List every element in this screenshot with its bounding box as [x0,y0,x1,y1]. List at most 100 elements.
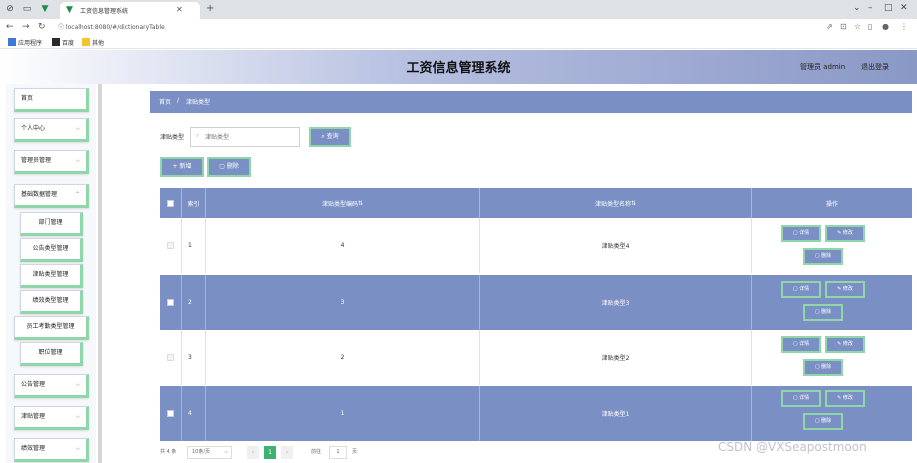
logout-link[interactable]: 退出登录 [861,62,889,72]
profile-icon[interactable]: ● [882,22,889,31]
edit-button[interactable]: ✎ 修改 [825,225,865,242]
prev-page-button[interactable]: ‹ [247,446,259,459]
chevron-down-icon: ⌵ [75,413,80,420]
row-checkbox[interactable] [167,354,174,361]
browser-tab[interactable]: ▼ 工资信息管理系统 ✕ [60,2,200,19]
column-header-name[interactable]: 津贴类型名称 ⇅ [480,188,752,218]
row-name: 津贴类型3 [480,275,752,330]
user-role: 管理员 admin [800,63,846,71]
reload-icon[interactable]: ↻ [38,22,46,32]
sidebar-item-admin[interactable]: 管理员管理 ⌵ [14,150,89,174]
maximize-icon[interactable]: □ [884,3,893,13]
favicon-icon: ▼ [41,4,49,14]
chevron-down-icon: ⌵ [75,445,80,452]
add-button[interactable]: + 新增 [160,157,204,177]
detail-button[interactable]: ▢ 详情 [781,336,821,353]
row-delete-button[interactable]: ▢ 删除 [803,248,843,265]
star-icon[interactable]: ☆ [854,22,861,31]
row-delete-button[interactable]: ▢ 删除 [803,413,843,430]
table-row: 2 3 津贴类型3 ▢ 详情 ✎ 修改 ▢ 删除 [160,275,912,330]
row-delete-button[interactable]: ▢ 删除 [803,304,843,321]
url-field[interactable]: ⓘ localhost:8080/#/dictionaryTable [58,21,818,34]
sidebar-item-performance[interactable]: 绩效管理 ⌵ [14,438,89,462]
sidebar-item-home[interactable]: 首页 [14,88,89,112]
bookmark-other[interactable]: 其他 [82,38,104,47]
extension-icon[interactable]: ⊡ [840,22,847,31]
sidebar-item-allowance-type[interactable]: 津贴类型管理 [20,264,83,288]
sidebar-item-notice[interactable]: 公告管理 ⌵ [14,374,89,398]
page-size-select[interactable]: 10条/页 ⌵ [187,446,232,459]
window-close-icon[interactable]: ✕ [900,3,908,13]
minimize-icon[interactable]: – [868,3,873,13]
tab-favicon-icon: ▼ [66,5,73,15]
detail-button[interactable]: ▢ 详情 [781,390,821,407]
goto-page-input[interactable]: 1 [329,446,347,459]
breadcrumb-separator: / [177,97,180,104]
sidebar-item-personal[interactable]: 个人中心 ⌵ [14,118,89,142]
next-page-button[interactable]: › [281,446,293,459]
row-code: 4 [206,218,480,273]
row-delete-button[interactable]: ▢ 删除 [803,359,843,376]
query-button[interactable]: ⌕ 查询 [309,127,351,147]
page-title: 工资信息管理系统 [406,61,511,76]
browser-menu-icon[interactable]: ⊘ [3,3,17,16]
row-code: 2 [206,330,480,385]
column-header-index: 索引 [182,188,206,218]
sidebar-item-notice-type[interactable]: 公告类型管理 [20,238,83,262]
chevron-up-icon: ⌃ [74,191,80,198]
more-icon[interactable]: ⋮ [900,22,908,31]
bookmark-apps[interactable]: 应用程序 [8,38,42,47]
chevron-down-icon: ⌵ [75,125,80,132]
sort-icon[interactable]: ⇅ [358,200,363,207]
bookmark-baidu[interactable]: 百度 [52,38,74,47]
tab-search-icon[interactable]: ▭ [20,3,34,16]
delete-button[interactable]: ▢ 删除 [207,157,251,177]
sidebar-scrollbar[interactable] [98,84,102,463]
app-header: 工资信息管理系统 管理员 admin 退出登录 [0,50,917,84]
browser-tab-strip: ⊘ ▭ ▼ ▼ 工资信息管理系统 ✕ + ⌄ – □ ✕ [0,0,917,19]
row-code: 3 [206,275,480,330]
watermark: CSDN @VXSeapostmoon [718,440,867,454]
sidebar-item-position[interactable]: 职位管理 [20,342,83,366]
page-number-button[interactable]: 1 [264,446,276,459]
edit-button[interactable]: ✎ 修改 [825,336,865,353]
sidepanel-icon[interactable]: ▯ [868,22,872,31]
sidebar: 首页 个人中心 ⌵ 管理员管理 ⌵ 基础数据管理 ⌃ 部门管理 公告类型管理 津贴类型… [6,84,96,463]
table-row: 3 2 津贴类型2 ▢ 详情 ✎ 修改 ▢ 删除 [160,330,912,385]
edit-button[interactable]: ✎ 修改 [825,390,865,407]
row-checkbox[interactable] [167,242,174,249]
column-header-code[interactable]: 津贴类型编码 ⇅ [206,188,480,218]
sidebar-item-attendance-type[interactable]: 员工考勤类型管理 [14,316,89,340]
chevron-down-icon[interactable]: ⌄ [853,3,861,13]
sidebar-item-performance-type[interactable]: 绩效类型管理 [20,290,83,314]
tab-close-icon[interactable]: ✕ [176,5,183,14]
detail-button[interactable]: ▢ 详情 [781,225,821,242]
search-input[interactable] [190,127,300,147]
sidebar-item-allowance[interactable]: 津贴管理 ⌵ [14,406,89,430]
bookmarks-bar: 应用程序 百度 其他 [0,36,917,49]
back-icon[interactable]: ← [6,22,14,32]
new-tab-icon[interactable]: + [206,3,214,14]
row-index: 4 [182,386,206,441]
folder-icon [82,38,90,46]
trash-icon: ▢ [219,163,227,170]
row-checkbox[interactable] [167,299,174,306]
select-all-checkbox[interactable] [167,199,174,207]
sidebar-item-department[interactable]: 部门管理 [20,212,83,236]
row-name: 津贴类型4 [480,218,752,273]
detail-button[interactable]: ▢ 详情 [781,281,821,298]
url-text: localhost:8080/#/dictionaryTable [65,24,165,31]
table-row: 1 4 津贴类型4 ▢ 详情 ✎ 修改 ▢ 删除 [160,218,912,273]
breadcrumb-home[interactable]: 首页 [159,97,171,106]
forward-icon[interactable]: → [22,22,30,32]
breadcrumb-current: 津贴类型 [186,99,211,106]
total-count: 共 4 条 [160,449,177,455]
baidu-icon [52,38,60,46]
sort-icon[interactable]: ⇅ [631,200,636,207]
share-icon[interactable]: ⇗ [826,22,833,31]
sidebar-item-basic-data[interactable]: 基础数据管理 ⌃ [14,184,89,208]
table-row: 4 1 津贴类型1 ▢ 详情 ✎ 修改 ▢ 删除 [160,386,912,441]
edit-button[interactable]: ✎ 修改 [825,281,865,298]
row-index: 1 [182,218,206,273]
row-checkbox[interactable] [167,410,174,417]
